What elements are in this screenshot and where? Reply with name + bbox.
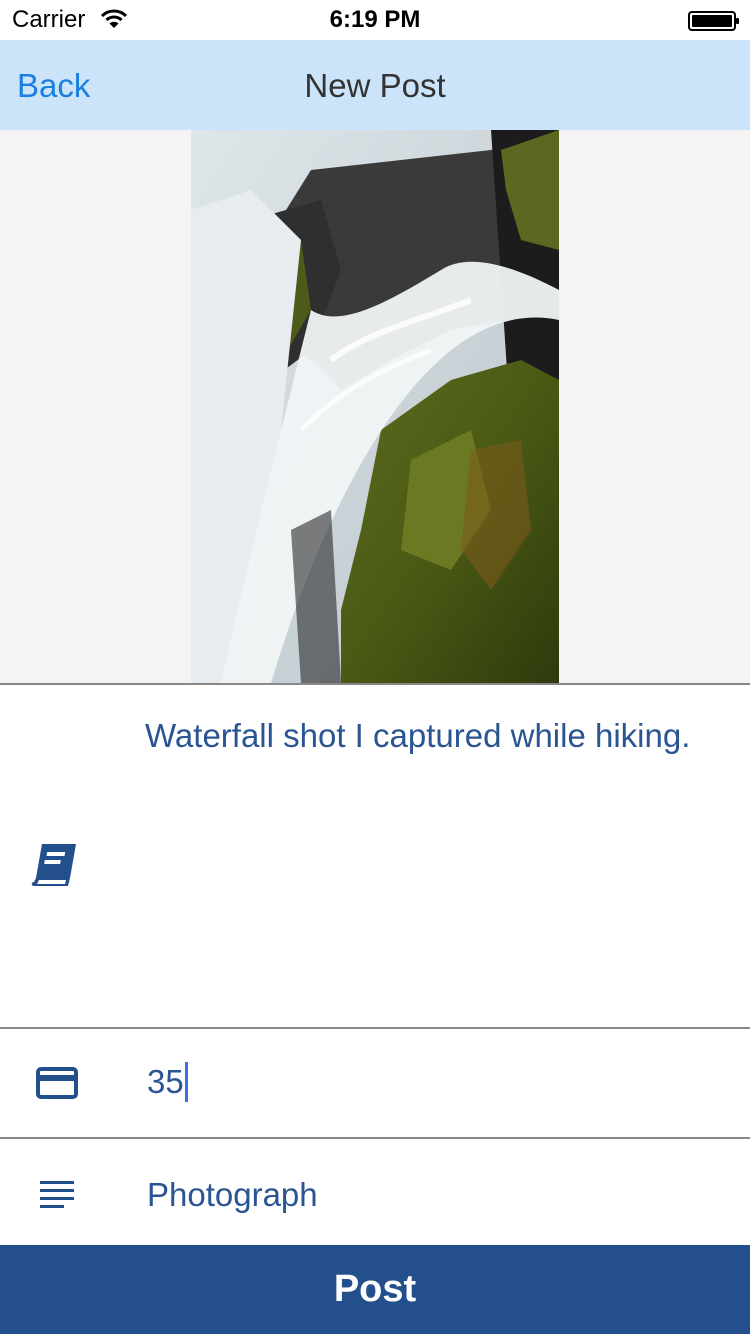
post-button[interactable]: Post (0, 1245, 750, 1334)
category-row[interactable]: Photograph (0, 1139, 750, 1245)
description-row[interactable]: Waterfall shot I captured while hiking. (0, 685, 750, 1027)
photo-container (0, 130, 750, 683)
credit-card-icon (36, 1067, 78, 1099)
battery-icon (688, 10, 740, 32)
status-time: 6:19 PM (329, 6, 421, 33)
navigation-bar: Back New Post (0, 40, 750, 130)
price-row[interactable]: 35 (0, 1029, 750, 1137)
category-field[interactable]: Photograph (147, 1175, 318, 1215)
text-cursor (184, 1062, 188, 1102)
status-bar: Carrier 6:19 PM (0, 0, 750, 40)
page-title: New Post (304, 67, 446, 104)
post-photo[interactable] (191, 130, 559, 683)
price-field[interactable]: 35 (147, 1062, 188, 1102)
book-icon (30, 842, 80, 888)
price-value: 35 (147, 1063, 184, 1100)
lines-icon (40, 1181, 74, 1211)
description-field[interactable]: Waterfall shot I captured while hiking. (145, 715, 705, 757)
